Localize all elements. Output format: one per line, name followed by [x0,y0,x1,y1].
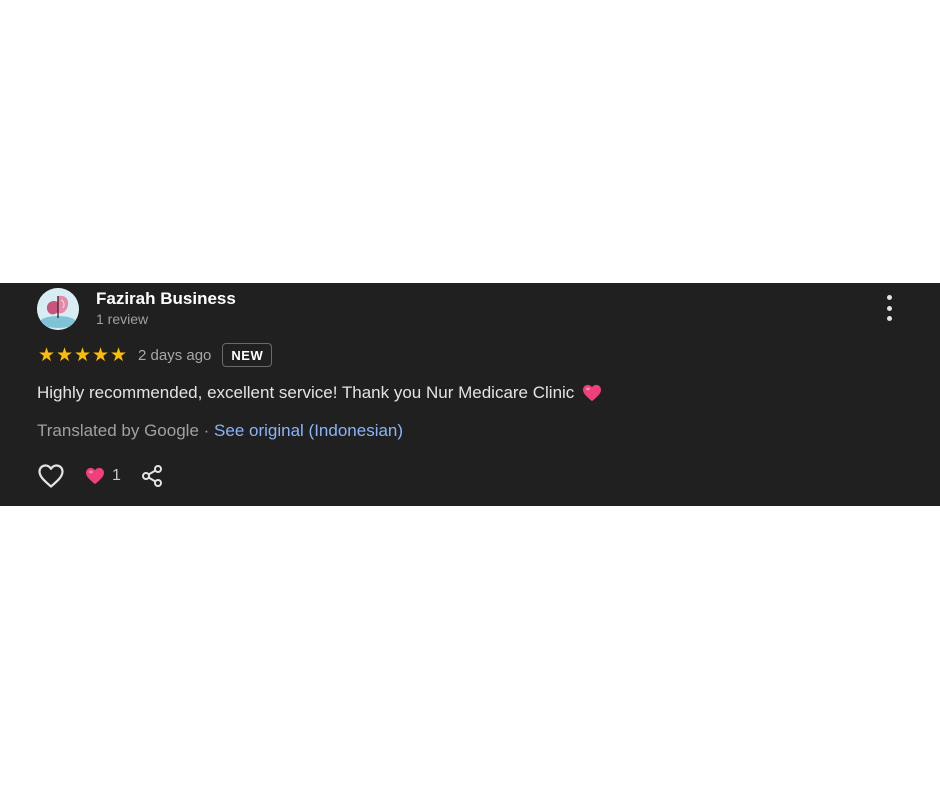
review-card: Fazirah Business 1 review ★ ★ ★ ★ ★ 2 da… [0,283,940,506]
heart-outline-icon[interactable] [37,463,65,489]
rating-row: ★ ★ ★ ★ ★ 2 days ago NEW [37,341,273,369]
share-icon[interactable] [140,464,164,488]
star-icon: ★ [37,344,55,366]
reviewer-name[interactable]: Fazirah Business [96,289,236,309]
translated-by-label: Translated by Google [37,421,199,440]
butterfly-avatar-icon [37,288,79,330]
translation-row: Translated by Google · See original (Ind… [37,421,403,441]
star-icon: ★ [73,344,91,366]
review-date: 2 days ago [138,346,212,364]
heart-emoji-icon [583,384,602,402]
page: Fazirah Business 1 review ★ ★ ★ ★ ★ 2 da… [0,0,940,788]
more-vertical-icon-dot [886,295,892,300]
star-icon: ★ [109,344,127,366]
heart-reaction-button[interactable]: 1 [85,467,121,485]
review-text: Highly recommended, excellent service! T… [37,383,602,403]
heart-reaction-icon [86,467,104,485]
avatar[interactable] [37,288,79,330]
star-icon: ★ [91,344,109,366]
star-icon: ★ [55,344,73,366]
more-vertical-icon-dot [886,316,892,321]
more-options-button[interactable] [877,295,901,321]
separator-dot: · [198,421,215,440]
review-actions: 1 [37,461,164,491]
reviewer-review-count: 1 review [96,311,149,327]
new-badge: NEW [222,343,273,367]
review-text-content: Highly recommended, excellent service! T… [37,383,575,402]
star-rating: ★ ★ ★ ★ ★ [37,346,127,365]
see-original-link[interactable]: See original (Indonesian) [214,421,403,440]
reaction-count: 1 [112,467,121,484]
more-vertical-icon-dot [886,305,892,311]
